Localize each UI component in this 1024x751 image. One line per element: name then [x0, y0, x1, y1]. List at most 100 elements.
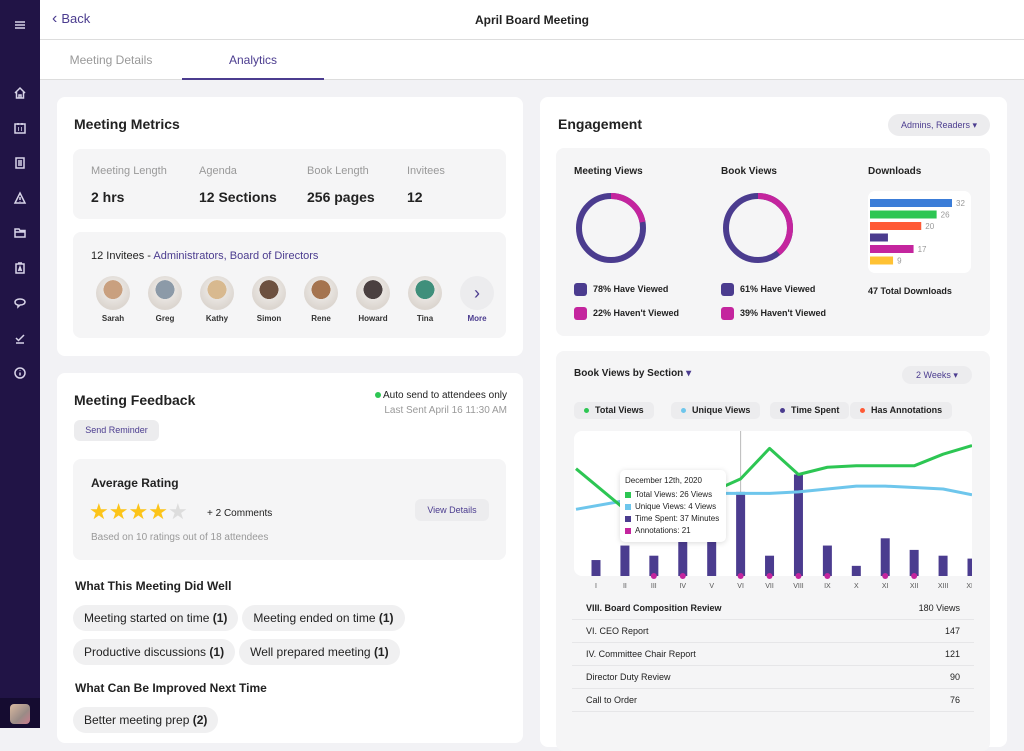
legend-total-views[interactable]: Total Views [574, 402, 654, 419]
tooltip-line: Annotations: 21 [625, 526, 721, 535]
legend-swatch [721, 283, 734, 296]
bar-time-spent[interactable] [765, 555, 775, 576]
bar-time-spent[interactable] [822, 545, 832, 576]
calendar-icon[interactable] [10, 118, 30, 138]
annotation-marker [650, 573, 657, 579]
legend-dot-icon [681, 408, 686, 414]
bar-time-spent[interactable] [793, 474, 803, 577]
metric-agenda: Agenda 12 Sections [199, 165, 277, 205]
home-icon[interactable] [10, 83, 30, 103]
audience-filter-dropdown[interactable]: Admins, Readers ▾ [888, 114, 990, 136]
x-tick-label: III [651, 583, 657, 590]
bar-time-spent[interactable] [967, 558, 973, 576]
bar-time-spent[interactable] [880, 538, 890, 576]
tooltip-text: Annotations: 21 [635, 526, 691, 535]
view-details-button[interactable]: View Details [415, 499, 489, 521]
metric-label: Book Length [307, 165, 369, 177]
bar-time-spent[interactable] [851, 565, 861, 576]
caret-down-icon: ▾ [686, 368, 692, 379]
invitee-tina[interactable]: Tina [407, 276, 443, 323]
metric-value: 12 [407, 189, 423, 205]
invitee-name: Kathy [205, 314, 229, 323]
contacts-icon[interactable] [10, 258, 30, 278]
bar-time-spent[interactable] [909, 549, 919, 576]
downloads-bars: 32 26 20 17 9 [870, 199, 965, 266]
tooltip-line: Time Spent: 37 Minutes [625, 514, 721, 523]
metric-value: 256 pages [307, 189, 375, 205]
warning-icon[interactable] [10, 188, 30, 208]
x-tick-label: IX [824, 583, 831, 590]
bar-time-spent[interactable] [736, 491, 746, 576]
meeting-feedback-title: Meeting Feedback [74, 392, 196, 408]
invitee-name: Sarah [101, 314, 125, 323]
invitee-howard[interactable]: Howard [355, 276, 391, 323]
avatar [304, 276, 338, 310]
chip-count: (2) [192, 713, 208, 727]
legend-dot-icon [780, 408, 785, 414]
metric-label: Meeting Length [91, 165, 167, 177]
more-invitees-button[interactable]: › More [459, 276, 495, 323]
chip-text: Productive discussions [84, 645, 207, 659]
avatar [200, 276, 234, 310]
tooltip-text: Unique Views: 4 Views [635, 502, 717, 511]
invitee-sarah[interactable]: Sarah [95, 276, 131, 323]
top-bar: ‹ Back April Board Meeting [40, 0, 1024, 40]
tooltip-swatch [625, 491, 631, 498]
star-icon: ★ [108, 499, 129, 524]
legend-unique-views[interactable]: Unique Views [671, 402, 761, 419]
feedback-chip[interactable]: Better meeting prep (2) [73, 707, 219, 733]
download-bar [870, 233, 888, 242]
top-section-row[interactable]: VI. CEO Report 147 [572, 620, 974, 643]
metric-invitees: Invitees 12 [407, 165, 445, 205]
feedback-chip[interactable]: Meeting started on time (1) [73, 605, 239, 631]
legend-time-spent[interactable]: Time Spent [770, 402, 850, 419]
menu-icon[interactable] [10, 15, 30, 35]
time-range-dropdown[interactable]: 2 Weeks ▾ [902, 366, 972, 384]
folder-icon[interactable] [10, 223, 30, 243]
x-tick-label: VII [765, 583, 774, 590]
comments-link[interactable]: + 2 Comments [207, 508, 272, 519]
bar-time-spent[interactable] [649, 555, 659, 576]
invitee-kathy[interactable]: Kathy [199, 276, 235, 323]
bar-time-spent[interactable] [591, 560, 601, 576]
tab-analytics[interactable]: Analytics [182, 40, 324, 80]
invitee-simon[interactable]: Simon [251, 276, 287, 323]
top-section-row[interactable]: Director Duty Review 90 [572, 666, 974, 689]
feedback-chip[interactable]: Productive discussions (1) [73, 639, 236, 665]
tooltip-swatch [625, 503, 631, 510]
top-section-row[interactable]: VIII. Board Composition Review 180 Views [572, 597, 974, 620]
star-icon: ★ [167, 499, 188, 524]
invitee-rene[interactable]: Rene [303, 276, 339, 323]
chat-icon[interactable] [10, 293, 30, 313]
download-bar-label: 17 [918, 245, 927, 254]
invitees-groups-link[interactable]: Administrators, Board of Directors [153, 250, 318, 262]
legend-label: Time Spent [791, 405, 840, 415]
user-avatar[interactable] [10, 704, 30, 724]
info-icon[interactable] [10, 363, 30, 383]
improve-chips: Better meeting prep (2) [73, 707, 513, 741]
last-sent-label: Last Sent April 16 11:30 AM [384, 405, 507, 416]
meeting-views-title: Meeting Views [574, 166, 643, 177]
legend-has-annotations[interactable]: Has Annotations [850, 402, 953, 419]
top-section-row[interactable]: IV. Committee Chair Report 121 [572, 643, 974, 666]
bar-time-spent[interactable] [938, 555, 948, 576]
invitee-greg[interactable]: Greg [147, 276, 183, 323]
bar-time-spent[interactable] [620, 545, 630, 576]
top-section-row[interactable]: Call to Order 76 [572, 689, 974, 712]
tooltip-line: Total Views: 26 Views [625, 490, 721, 499]
document-icon[interactable] [10, 153, 30, 173]
invitees-count: 12 Invitees - [91, 250, 151, 262]
metric-label: Agenda [199, 165, 237, 177]
tab-meeting-details[interactable]: Meeting Details [40, 40, 182, 80]
sidebar [0, 0, 40, 728]
checkmark-icon[interactable] [10, 328, 30, 348]
chip-count: (1) [378, 611, 394, 625]
section-views: 121 [944, 649, 960, 659]
send-reminder-button[interactable]: Send Reminder [74, 420, 159, 441]
meeting-viewed-legend: 78% Have Viewed [574, 283, 668, 296]
invitee-name: Rene [311, 314, 331, 323]
section-metric-dropdown[interactable]: Book Views by Section ▾ [574, 368, 691, 379]
section-name: VIII. Board Composition Review [586, 603, 722, 613]
feedback-chip[interactable]: Well prepared meeting (1) [239, 639, 400, 665]
feedback-chip[interactable]: Meeting ended on time (1) [242, 605, 405, 631]
